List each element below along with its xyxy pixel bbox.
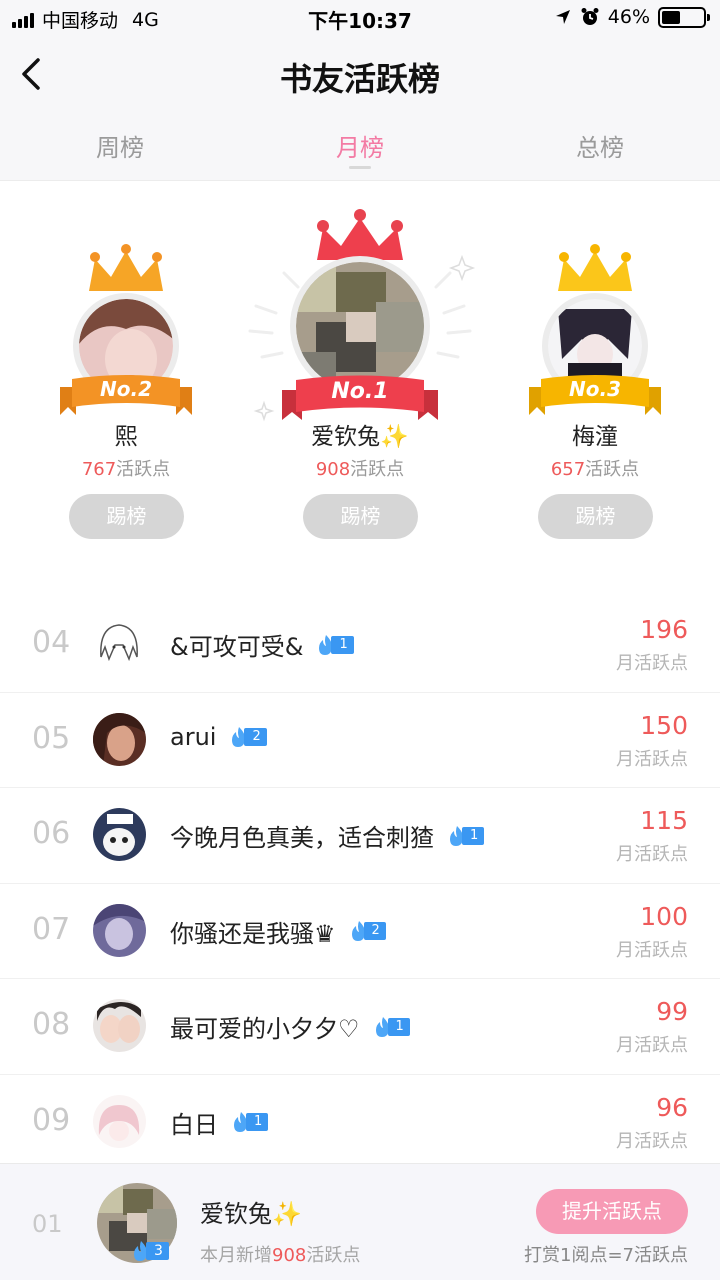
- level-badge: 3: [130, 1240, 169, 1262]
- tab-indicator: [349, 166, 371, 169]
- avatar: [93, 1094, 146, 1148]
- user-name: 今晚月色真美，适合刺猹: [170, 824, 434, 852]
- my-rank-number: 01: [32, 1210, 63, 1238]
- row-name: arui 2: [170, 723, 267, 751]
- row-score: 150: [640, 710, 688, 740]
- user-name: arui: [170, 722, 217, 751]
- row-score: 100: [640, 901, 688, 931]
- list-item[interactable]: 07 你骚还是我骚♛ 2 100 月活跃点: [0, 884, 720, 979]
- row-name: 今晚月色真美，适合刺猹 1: [170, 818, 485, 853]
- podium-third[interactable]: No.3 梅潼 657活跃点 踢榜: [515, 241, 675, 541]
- status-bar: 中国移动 4G 下午10:37 46%: [0, 0, 720, 36]
- row-name: &可攻可受& 1: [170, 627, 354, 662]
- avatar: [93, 903, 146, 957]
- level-number: 1: [331, 635, 354, 654]
- list-item[interactable]: 04 &可攻可受& 1 196 月活跃点: [0, 597, 720, 693]
- row-rank: 09: [32, 1102, 71, 1138]
- alarm-icon: [581, 8, 599, 25]
- user-name: 最可爱的小夕夕♡: [170, 1015, 360, 1043]
- crown-icon: [558, 244, 632, 291]
- kick-button[interactable]: 踢榜: [303, 494, 418, 539]
- level-badge: 1: [446, 825, 485, 846]
- row-rank: 07: [32, 911, 71, 947]
- rank-badge-label: No.3: [569, 377, 621, 401]
- row-name: 白日 1: [170, 1105, 269, 1140]
- podium: No.2 熙 767活跃点 踢榜 No.1 爱钦兔✨ 908活跃点 踢榜 No.…: [0, 181, 720, 581]
- battery-icon: [658, 6, 710, 28]
- user-name: &可攻可受&: [170, 633, 304, 661]
- podium-second[interactable]: No.2 熙 767活跃点 踢榜: [46, 241, 206, 541]
- battery-percent: 46%: [607, 6, 650, 28]
- row-score: 196: [640, 615, 688, 644]
- row-score-label: 月活跃点: [616, 1130, 688, 1152]
- boost-hint: 打赏1阅点=7活跃点: [524, 1245, 688, 1266]
- level-badge: 1: [315, 634, 354, 655]
- status-right: 46%: [554, 6, 710, 28]
- list-item[interactable]: 08 最可爱的小夕夕♡ 1 99 月活跃点: [0, 979, 720, 1075]
- nav-bar: 书友活跃榜: [0, 36, 720, 116]
- avatar: [93, 999, 146, 1052]
- tab-total[interactable]: 总榜: [480, 128, 720, 163]
- crown-icon: [89, 244, 163, 291]
- tab-monthly[interactable]: 月榜: [240, 128, 480, 163]
- row-rank: 05: [32, 720, 71, 756]
- avatar: [296, 262, 424, 390]
- row-score: 96: [656, 1092, 688, 1122]
- level-number: 1: [246, 1113, 269, 1131]
- level-number: 1: [462, 826, 485, 845]
- level-number: 1: [387, 1017, 410, 1036]
- level-badge: 1: [230, 1112, 269, 1132]
- row-name: 最可爱的小夕夕♡ 1: [170, 1009, 410, 1044]
- level-badge: 1: [372, 1016, 410, 1037]
- level-number: 2: [244, 727, 267, 746]
- podium-name: 熙: [114, 424, 138, 450]
- list-item[interactable]: 06 今晚月色真美，适合刺猹 1 115 月活跃点: [0, 788, 720, 884]
- rank-list: 04 &可攻可受& 1 196 月活跃点 05 arui 2 150 月活跃点 …: [0, 597, 720, 1170]
- location-arrow-icon: [555, 10, 570, 24]
- rank-badge-label: No.1: [331, 379, 389, 404]
- avatar: [93, 712, 146, 766]
- row-name: 你骚还是我骚♛ 2: [170, 914, 386, 949]
- podium-points: 767活跃点: [81, 459, 171, 480]
- list-item[interactable]: 05 arui 2 150 月活跃点: [0, 693, 720, 788]
- podium-points: 908活跃点: [315, 459, 405, 480]
- my-name: 爱钦兔✨: [200, 1200, 302, 1228]
- row-rank: 06: [32, 816, 71, 851]
- boost-points-button[interactable]: 提升活跃点: [536, 1189, 688, 1234]
- podium-name: 爱钦兔✨: [311, 424, 409, 450]
- podium-first[interactable]: No.1 爱钦兔✨ 908活跃点 踢榜: [280, 206, 440, 546]
- level-number: 2: [363, 922, 386, 940]
- rank-badge-label: No.2: [100, 377, 152, 401]
- page-title: 书友活跃榜: [279, 60, 440, 98]
- my-rank-bar: 01 3 爱钦兔✨ 本月新增908活跃点 提升活跃点 打赏1阅点=7活跃点: [0, 1163, 720, 1280]
- user-name: 白日: [170, 1110, 218, 1139]
- tab-bar: 周榜 月榜 总榜: [0, 116, 720, 181]
- row-score-label: 月活跃点: [616, 748, 688, 770]
- level-badge: 2: [348, 921, 386, 941]
- row-rank: 04: [32, 625, 71, 660]
- row-score-label: 月活跃点: [616, 939, 688, 961]
- row-rank: 08: [32, 1007, 71, 1042]
- level-badge: 2: [228, 726, 267, 747]
- row-score-label: 月活跃点: [616, 1035, 688, 1056]
- avatar: [93, 808, 146, 861]
- level-number: 3: [146, 1242, 169, 1260]
- avatar: [93, 617, 146, 670]
- row-score: 115: [640, 806, 688, 835]
- kick-button[interactable]: 踢榜: [69, 494, 184, 539]
- list-item[interactable]: 09 白日 1 96 月活跃点: [0, 1075, 720, 1170]
- row-score-label: 月活跃点: [616, 844, 688, 865]
- podium-points: 657活跃点: [550, 459, 640, 480]
- my-desc: 本月新增908活跃点: [200, 1245, 361, 1266]
- kick-button[interactable]: 踢榜: [538, 494, 653, 539]
- row-score: 99: [656, 997, 688, 1026]
- row-score-label: 月活跃点: [616, 653, 688, 674]
- podium-name: 梅潼: [572, 424, 618, 450]
- tab-weekly[interactable]: 周榜: [0, 128, 240, 163]
- user-name: 你骚还是我骚♛: [170, 919, 336, 948]
